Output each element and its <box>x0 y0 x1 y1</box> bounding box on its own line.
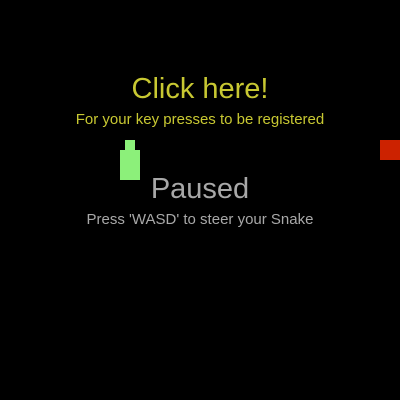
food <box>380 140 400 160</box>
focus-prompt-subtitle: For your key presses to be registered <box>75 111 325 128</box>
paused-title: Paused <box>150 173 250 205</box>
snake-head <box>125 140 135 150</box>
controls-hint: Press 'WASD' to steer your Snake <box>86 211 314 228</box>
game-board[interactable]: Click here! For your key presses to be r… <box>0 0 400 400</box>
focus-prompt-title[interactable]: Click here! <box>0 71 400 107</box>
